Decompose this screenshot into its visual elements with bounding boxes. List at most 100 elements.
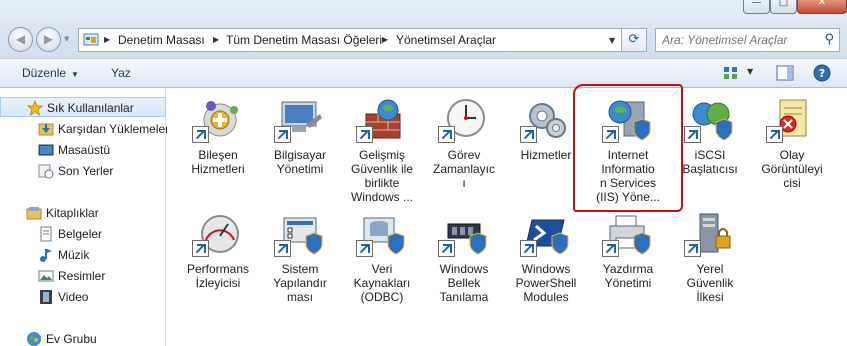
star-icon bbox=[27, 100, 43, 116]
refresh-button[interactable]: ⟳ bbox=[622, 28, 647, 52]
refresh-icon: ⟳ bbox=[628, 32, 640, 47]
sidebar-item-label: Resimler bbox=[58, 269, 106, 283]
organize-label: Düzenle bbox=[22, 66, 67, 80]
libraries-icon bbox=[26, 207, 42, 220]
title-bar: — □ ✕ bbox=[0, 0, 847, 22]
item-label: Yazdırma Yönetimi bbox=[602, 262, 654, 290]
item-label: Olay Görüntüleyi cisi bbox=[761, 148, 823, 190]
item-label: Windows PowerShell Modules bbox=[515, 262, 577, 304]
sidebar-item-downloads[interactable]: Karşıdan Yüklemeler bbox=[0, 119, 169, 139]
sidebar-item-documents[interactable]: Belgeler bbox=[0, 224, 166, 244]
sidebar-item-libraries[interactable]: Kitaplıklar bbox=[0, 203, 166, 223]
sidebar-item-label: Sık Kullanılanlar bbox=[47, 101, 134, 115]
item-label: Bilgisayar Yönetimi bbox=[273, 148, 327, 176]
sidebar-item-music[interactable]: Müzik bbox=[0, 245, 166, 265]
back-arrow-icon: ◀ bbox=[15, 32, 26, 46]
shortcut-arrow-icon bbox=[520, 240, 537, 257]
chevron-down-icon: ▼ bbox=[71, 70, 79, 79]
search-box[interactable]: ⚲ bbox=[655, 28, 840, 52]
sidebar-item-label: Video bbox=[58, 290, 89, 304]
sidebar-item-desktop[interactable]: Masaüstü bbox=[0, 140, 166, 160]
item-print-management[interactable]: Yazdırma Yönetimi bbox=[589, 204, 667, 316]
sidebar-item-homegroup[interactable]: Ev Grubu bbox=[0, 329, 166, 346]
item-task-scheduler[interactable]: Görev Zamanlayıc ı bbox=[425, 90, 503, 202]
item-local-security-policy[interactable]: Yerel Güvenlik İlkesi bbox=[671, 204, 749, 316]
breadcrumb-separator-icon[interactable]: ▶ bbox=[213, 35, 219, 44]
item-label: Veri Kaynakları (ODBC) bbox=[353, 262, 411, 304]
sidebar-item-label: Son Yerler bbox=[58, 164, 114, 178]
item-label: Performans İzleyicisi bbox=[186, 262, 250, 290]
recent-places-icon bbox=[38, 164, 54, 179]
item-label: Bileşen Hizmetleri bbox=[191, 148, 245, 176]
item-odbc-data-sources[interactable]: Veri Kaynakları (ODBC) bbox=[343, 204, 421, 316]
preview-pane-icon[interactable] bbox=[776, 65, 794, 81]
music-icon bbox=[40, 249, 52, 262]
close-icon: ✕ bbox=[817, 0, 827, 8]
downloads-folder-icon bbox=[38, 123, 54, 136]
maximize-icon: □ bbox=[778, 0, 789, 8]
burn-button[interactable]: Yaz bbox=[111, 66, 131, 80]
forward-button[interactable]: ▶ bbox=[36, 27, 61, 52]
control-panel-icon bbox=[83, 33, 99, 46]
documents-icon bbox=[40, 226, 52, 242]
item-label: Yerel Güvenlik İlkesi bbox=[686, 262, 734, 304]
help-icon[interactable]: ? bbox=[813, 64, 831, 82]
item-component-services[interactable]: Bileşen Hizmetleri bbox=[179, 90, 257, 202]
breadcrumb-all-items[interactable]: Tüm Denetim Masası Öğeleri bbox=[226, 33, 382, 47]
item-performance-monitor[interactable]: Performans İzleyicisi bbox=[179, 204, 257, 316]
item-system-configuration[interactable]: Sistem Yapılandır ması bbox=[261, 204, 339, 316]
sidebar-item-pictures[interactable]: Resimler bbox=[0, 266, 166, 286]
sidebar-item-label: Belgeler bbox=[58, 227, 103, 241]
minimize-button[interactable]: — bbox=[743, 0, 770, 14]
search-input[interactable] bbox=[662, 30, 812, 50]
command-bar: Düzenle ▼ Yaz ▼ ? bbox=[0, 58, 847, 88]
sidebar-item-label: Ev Grubu bbox=[46, 332, 97, 346]
burn-label: Yaz bbox=[111, 66, 131, 80]
breadcrumb-separator-icon[interactable]: ▶ bbox=[382, 35, 388, 44]
back-button[interactable]: ◀ bbox=[8, 27, 33, 52]
shortcut-arrow-icon bbox=[274, 126, 291, 143]
address-history-chevron-down-icon[interactable]: ▼ bbox=[609, 36, 615, 45]
minimize-icon: — bbox=[751, 0, 762, 8]
desktop-icon bbox=[38, 144, 54, 156]
breadcrumb-control-panel[interactable]: Denetim Masası bbox=[118, 33, 205, 47]
item-firewall[interactable]: Gelişmiş Güvenlik ile birlikte Windows .… bbox=[343, 90, 421, 204]
organize-button[interactable]: Düzenle ▼ bbox=[22, 66, 79, 80]
video-icon bbox=[40, 290, 52, 304]
item-powershell-modules[interactable]: Windows PowerShell Modules bbox=[507, 204, 585, 316]
sidebar-item-label: Kitaplıklar bbox=[46, 206, 99, 220]
shortcut-arrow-icon bbox=[766, 126, 783, 143]
sidebar-item-favorites[interactable]: Sık Kullanılanlar bbox=[0, 97, 166, 117]
svg-text:?: ? bbox=[819, 67, 825, 80]
sidebar-item-videos[interactable]: Video bbox=[0, 287, 166, 307]
item-event-viewer[interactable]: Olay Görüntüleyi cisi bbox=[753, 90, 831, 202]
breadcrumb-separator-icon[interactable]: ▶ bbox=[104, 35, 110, 44]
shortcut-arrow-icon bbox=[356, 240, 373, 257]
maximize-button[interactable]: □ bbox=[770, 0, 797, 14]
sidebar-item-recent-places[interactable]: Son Yerler bbox=[0, 161, 166, 181]
navigation-pane: Sık Kullanılanlar Karşıdan Yüklemeler Ma… bbox=[0, 88, 169, 346]
close-button[interactable]: ✕ bbox=[797, 0, 847, 14]
recent-pages-dropdown[interactable]: ▼ bbox=[64, 35, 69, 43]
item-label: Gelişmiş Güvenlik ile birlikte Windows .… bbox=[350, 148, 414, 204]
search-icon[interactable]: ⚲ bbox=[824, 32, 834, 47]
shortcut-arrow-icon bbox=[356, 126, 373, 143]
annotation-highlight-box bbox=[573, 84, 683, 212]
shortcut-arrow-icon bbox=[684, 126, 701, 143]
view-options-icon[interactable] bbox=[723, 65, 739, 81]
shortcut-arrow-icon bbox=[274, 240, 291, 257]
shortcut-arrow-icon bbox=[438, 240, 455, 257]
view-options-chevron-down-icon[interactable]: ▼ bbox=[747, 67, 753, 76]
item-computer-management[interactable]: Bilgisayar Yönetimi bbox=[261, 90, 339, 202]
item-label: Windows Bellek Tanılama bbox=[439, 262, 489, 304]
breadcrumb-admin-tools[interactable]: Yönetimsel Araçlar bbox=[396, 33, 496, 47]
shortcut-arrow-icon bbox=[192, 126, 209, 143]
pictures-icon bbox=[38, 270, 54, 282]
item-memory-diagnostic[interactable]: Windows Bellek Tanılama bbox=[425, 204, 503, 316]
item-label: Sistem Yapılandır ması bbox=[273, 262, 327, 304]
shortcut-arrow-icon bbox=[602, 240, 619, 257]
address-bar[interactable]: ▶ Denetim Masası ▶ Tüm Denetim Masası Öğ… bbox=[78, 28, 622, 52]
forward-arrow-icon: ▶ bbox=[43, 32, 54, 46]
item-label: Görev Zamanlayıc ı bbox=[432, 148, 496, 190]
content-pane: Bileşen Hizmetleri Bilgisayar Yönetimi G… bbox=[167, 88, 847, 346]
